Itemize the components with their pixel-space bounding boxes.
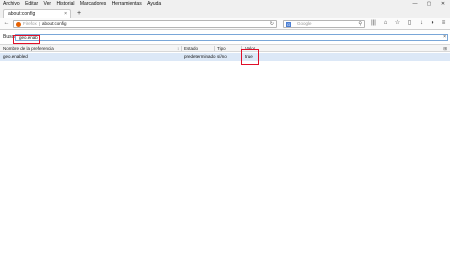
column-divider	[181, 46, 182, 51]
column-picker-icon[interactable]: ⊞	[443, 45, 447, 52]
pref-name: geo.enabled	[3, 54, 28, 59]
search-filter-row: Buscar: geo.enab ×	[0, 33, 450, 44]
identity-label: Firefox	[23, 21, 37, 26]
search-input[interactable]: geo.enab ×	[15, 34, 448, 41]
search-icon[interactable]: ⚲	[358, 21, 362, 27]
tab-strip: about:config × +	[0, 8, 450, 18]
back-icon[interactable]: ←	[2, 19, 11, 28]
column-header-name[interactable]: Nombre de la preferencia	[3, 45, 54, 52]
maximize-icon[interactable]: ▢	[422, 0, 436, 8]
url-text[interactable]: about:config	[42, 21, 67, 27]
sidebar-icon[interactable]: ▯	[405, 19, 414, 28]
new-tab-icon[interactable]: +	[77, 9, 81, 18]
pref-state: predeterminado	[184, 54, 216, 59]
url-bar[interactable]: Firefox about:config ↻	[13, 20, 277, 28]
minimize-icon[interactable]: —	[408, 0, 422, 8]
sort-icon: ↕	[177, 46, 180, 51]
nav-bar: ← Firefox about:config ↻ G Google ⚲ ||| …	[0, 18, 450, 30]
reload-icon[interactable]: ↻	[270, 21, 274, 27]
pref-type: sí/no	[217, 54, 227, 59]
about-config-page: Buscar: geo.enab × Nombre de la preferen…	[0, 30, 450, 253]
value-highlight-box	[241, 49, 259, 65]
tab-title: about:config	[8, 11, 36, 17]
library-icon[interactable]: |||	[369, 19, 378, 28]
url-separator	[39, 22, 40, 26]
column-header-type[interactable]: Tipo	[217, 45, 226, 52]
close-icon[interactable]: ✕	[436, 0, 450, 8]
menu-ayuda[interactable]: Ayuda	[147, 0, 161, 8]
bookmark-star-icon[interactable]: ☆	[393, 19, 402, 28]
search-highlight-box	[13, 35, 40, 44]
home-icon[interactable]: ⌂	[381, 19, 390, 28]
column-header-state[interactable]: Estado	[184, 45, 198, 52]
hamburger-menu-icon[interactable]: ≡	[439, 19, 448, 28]
search-bar[interactable]: G Google ⚲	[283, 20, 365, 28]
menu-marcadores[interactable]: Marcadores	[80, 0, 106, 8]
download-icon[interactable]: ↓	[417, 19, 426, 28]
menu-editar[interactable]: Editar	[25, 0, 38, 8]
clear-search-icon[interactable]: ×	[443, 35, 446, 40]
table-row[interactable]: geo.enabled predeterminado sí/no true	[0, 53, 450, 61]
window-controls: — ▢ ✕	[408, 0, 450, 8]
pocket-icon[interactable]: ◗	[428, 19, 437, 28]
google-icon[interactable]: G	[286, 22, 291, 27]
tab-about-config[interactable]: about:config ×	[3, 9, 71, 18]
menu-herramientas[interactable]: Herramientas	[112, 0, 142, 8]
menu-bar: Archivo Editar Ver Historial Marcadores …	[0, 0, 450, 8]
table-header: Nombre de la preferencia ↕ Estado Tipo V…	[0, 44, 450, 52]
menu-ver[interactable]: Ver	[44, 0, 52, 8]
search-placeholder: Google	[297, 21, 312, 26]
column-divider	[214, 46, 215, 51]
menu-archivo[interactable]: Archivo	[3, 0, 20, 8]
firefox-icon	[16, 22, 21, 27]
menu-historial[interactable]: Historial	[56, 0, 74, 8]
